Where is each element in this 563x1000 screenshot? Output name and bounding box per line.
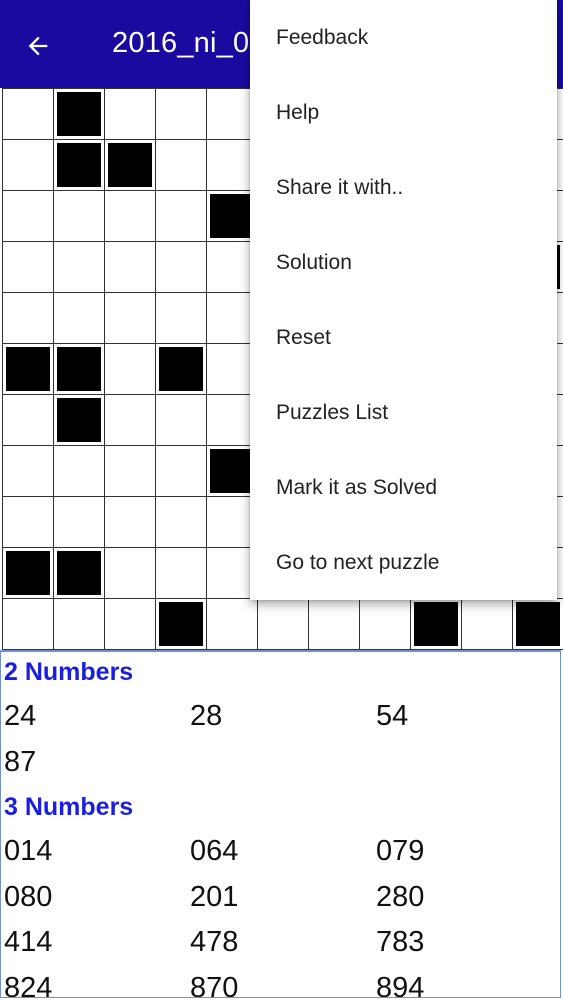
page-title: 2016_ni_0 <box>112 27 250 59</box>
grid-cell[interactable] <box>155 241 207 293</box>
grid-cell[interactable] <box>2 241 54 293</box>
grid-cell[interactable] <box>359 598 411 650</box>
menu-item-feedback[interactable]: Feedback <box>250 0 557 75</box>
grid-cell[interactable] <box>104 190 156 242</box>
grid-cell[interactable] <box>53 190 105 242</box>
grid-cell-black <box>512 598 563 650</box>
number-entry: 24 <box>4 700 37 732</box>
grid-cell[interactable] <box>461 598 513 650</box>
arrow-left-icon <box>28 36 48 56</box>
grid-cell-black <box>53 139 105 191</box>
grid-cell[interactable] <box>155 88 207 140</box>
grid-cell[interactable] <box>53 292 105 344</box>
grid-cell-black <box>410 598 462 650</box>
menu-item-help[interactable]: Help <box>250 75 557 150</box>
grid-cell[interactable] <box>104 292 156 344</box>
grid-cell[interactable] <box>53 241 105 293</box>
grid-cell[interactable] <box>206 598 258 650</box>
menu-item-share[interactable]: Share it with.. <box>250 150 557 225</box>
grid-cell[interactable] <box>104 445 156 497</box>
grid-cell[interactable] <box>2 190 54 242</box>
number-entry: 014 <box>4 835 53 867</box>
number-entry: 54 <box>376 700 409 732</box>
grid-cell[interactable] <box>53 496 105 548</box>
menu-item-next-puzzle[interactable]: Go to next puzzle <box>250 525 557 600</box>
grid-cell[interactable] <box>155 139 207 191</box>
grid-cell-black <box>53 547 105 599</box>
menu-item-reset[interactable]: Reset <box>250 300 557 375</box>
grid-cell[interactable] <box>2 88 54 140</box>
grid-cell-black <box>155 343 207 395</box>
grid-cell[interactable] <box>308 598 360 650</box>
number-entry: 201 <box>190 880 239 913</box>
back-button[interactable] <box>18 26 58 66</box>
grid-cell-black <box>53 394 105 446</box>
grid-cell[interactable] <box>155 394 207 446</box>
grid-cell[interactable] <box>104 496 156 548</box>
grid-cell[interactable] <box>104 547 156 599</box>
grid-cell[interactable] <box>155 190 207 242</box>
number-entry: 280 <box>376 880 425 913</box>
grid-cell[interactable] <box>104 394 156 446</box>
grid-cell[interactable] <box>104 241 156 293</box>
number-entry: 478 <box>190 926 239 958</box>
number-entry: 28 <box>190 700 223 732</box>
number-entry: 824 <box>4 971 53 998</box>
number-entry: 870 <box>190 971 239 998</box>
grid-cell-black <box>104 139 156 191</box>
section-title: 2 Numbers <box>4 658 134 686</box>
grid-cell-black <box>155 598 207 650</box>
grid-cell[interactable] <box>53 598 105 650</box>
grid-cell[interactable] <box>2 598 54 650</box>
menu-item-mark-solved[interactable]: Mark it as Solved <box>250 450 557 525</box>
number-entry: 079 <box>376 835 425 867</box>
grid-cell[interactable] <box>155 496 207 548</box>
overflow-menu: Feedback Help Share it with.. Solution Reset… <box>250 0 557 600</box>
grid-cell[interactable] <box>2 445 54 497</box>
grid-cell[interactable] <box>155 547 207 599</box>
number-entry: 414 <box>4 926 53 958</box>
grid-cell[interactable] <box>2 496 54 548</box>
grid-cell[interactable] <box>155 292 207 344</box>
number-entry: 080 <box>4 880 53 913</box>
grid-cell[interactable] <box>155 445 207 497</box>
grid-cell[interactable] <box>257 598 309 650</box>
number-entry: 783 <box>376 926 425 958</box>
number-entry: 87 <box>4 745 37 778</box>
grid-cell-black <box>2 343 54 395</box>
menu-item-solution[interactable]: Solution <box>250 225 557 300</box>
grid-cell[interactable] <box>104 88 156 140</box>
number-list-panel: 2 Numbers 24 28 54 87 3 Numbers 014 064 079 080 20… <box>0 650 561 998</box>
grid-cell-black <box>53 88 105 140</box>
grid-cell[interactable] <box>2 394 54 446</box>
grid-cell-black <box>2 547 54 599</box>
grid-cell[interactable] <box>104 343 156 395</box>
section-title: 3 Numbers <box>4 793 134 821</box>
grid-cell[interactable] <box>2 139 54 191</box>
grid-cell[interactable] <box>104 598 156 650</box>
number-entry: 894 <box>376 971 425 998</box>
grid-cell-black <box>53 343 105 395</box>
menu-item-puzzles-list[interactable]: Puzzles List <box>250 375 557 450</box>
grid-cell[interactable] <box>53 445 105 497</box>
number-entry: 064 <box>190 835 239 867</box>
grid-cell[interactable] <box>2 292 54 344</box>
